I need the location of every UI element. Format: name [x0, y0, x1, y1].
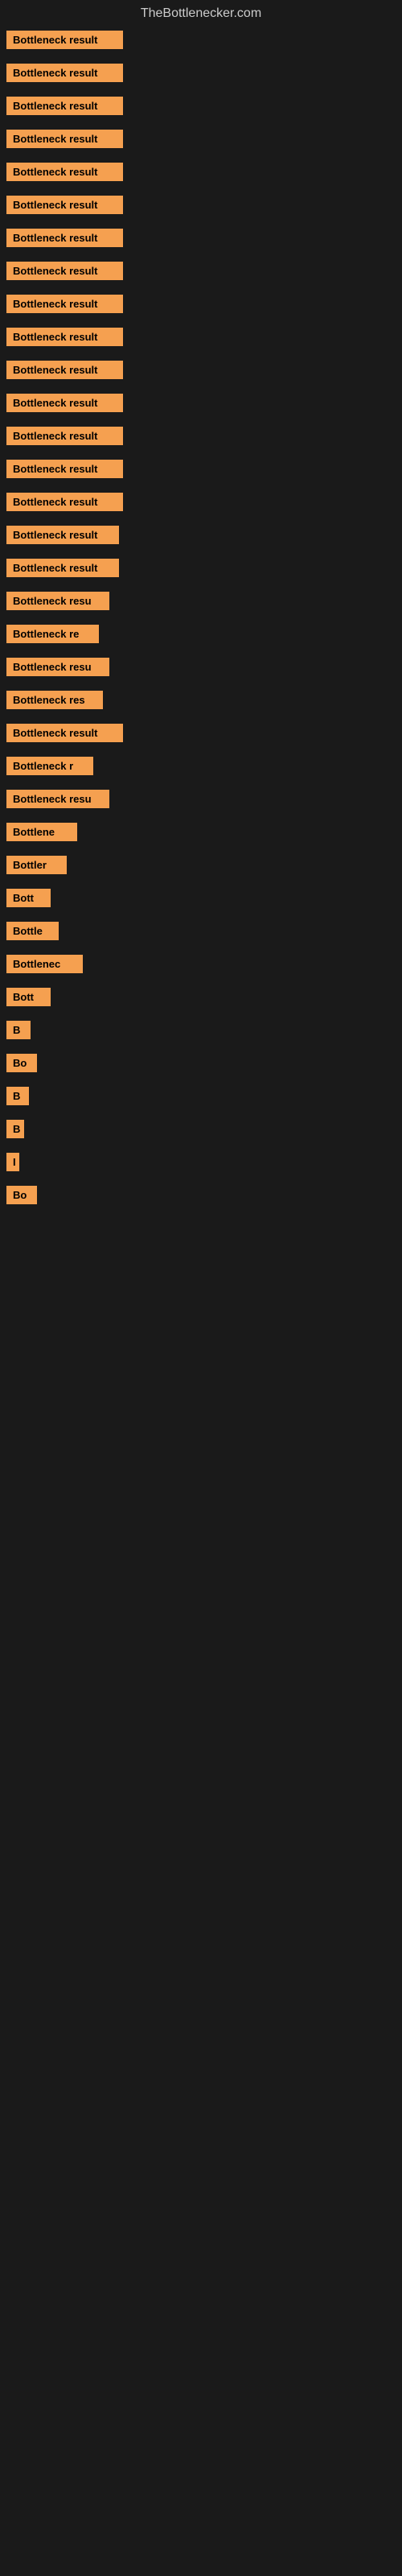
bottleneck-bar: Bottleneck result — [6, 361, 123, 379]
bottleneck-bar: B — [6, 1087, 29, 1105]
bottleneck-bar: Bottleneck result — [6, 130, 123, 148]
bottleneck-bar: B — [6, 1120, 24, 1138]
bottleneck-bar: Bottleneck result — [6, 163, 123, 181]
bottleneck-bar: Bottlenec — [6, 955, 83, 973]
bottleneck-bar: Bottleneck resu — [6, 658, 109, 676]
bottleneck-bar: Bott — [6, 889, 51, 907]
bottleneck-bar: Bottleneck result — [6, 262, 123, 280]
bottleneck-bar: Bo — [6, 1054, 37, 1072]
bottleneck-bar: Bottleneck result — [6, 559, 119, 577]
bottleneck-bar: Bottleneck resu — [6, 592, 109, 610]
bottleneck-bar: Bottleneck result — [6, 526, 119, 544]
bottleneck-bar: Bottleneck result — [6, 427, 123, 445]
bottleneck-bar: Bottleneck result — [6, 394, 123, 412]
site-title: TheBottlenecker.com — [0, 0, 402, 31]
bottleneck-bar: Bottleneck resu — [6, 790, 109, 808]
bottleneck-bar: Bottleneck result — [6, 31, 123, 49]
bottleneck-bar: Bottleneck r — [6, 757, 93, 775]
bottleneck-bar: Bo — [6, 1186, 37, 1204]
bottleneck-bar: Bottleneck result — [6, 328, 123, 346]
bottleneck-bar: Bottleneck result — [6, 229, 123, 247]
bottleneck-bar: Bottlene — [6, 823, 77, 841]
bottleneck-bar: I — [6, 1153, 19, 1171]
bottleneck-bar: Bottleneck result — [6, 460, 123, 478]
bottleneck-bar: Bottleneck res — [6, 691, 103, 709]
bottleneck-bar: B — [6, 1021, 31, 1039]
bottleneck-bar: Bottle — [6, 922, 59, 940]
bottleneck-bar: Bottleneck result — [6, 295, 123, 313]
bottleneck-bar: Bottler — [6, 856, 67, 874]
bottleneck-bar: Bottleneck result — [6, 493, 123, 511]
bottleneck-bar: Bottleneck re — [6, 625, 99, 643]
bottleneck-bar: Bottleneck result — [6, 724, 123, 742]
bottleneck-bar: Bottleneck result — [6, 97, 123, 115]
bottleneck-bar: Bottleneck result — [6, 196, 123, 214]
bottleneck-bar: Bott — [6, 988, 51, 1006]
bottleneck-bar: Bottleneck result — [6, 64, 123, 82]
